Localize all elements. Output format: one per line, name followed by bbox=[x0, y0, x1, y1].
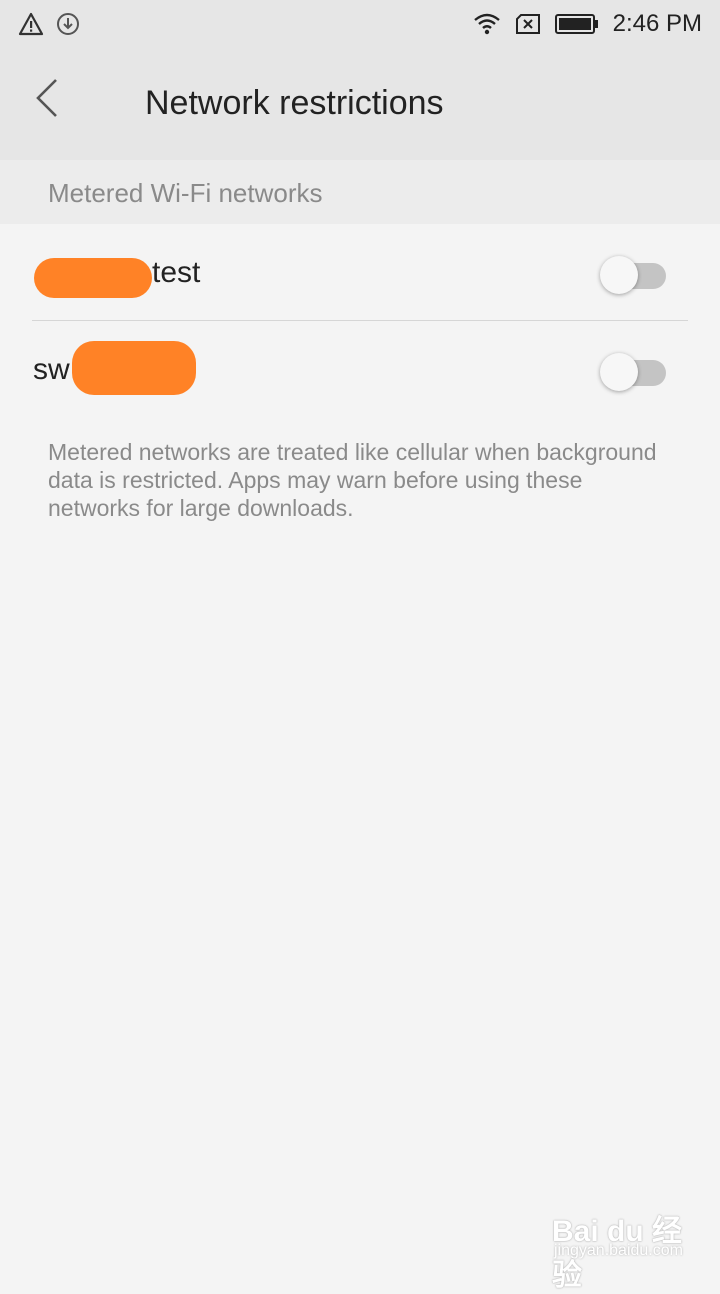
no-sim-icon bbox=[515, 13, 541, 35]
network-row[interactable]: test bbox=[0, 224, 720, 321]
page-title: Network restrictions bbox=[145, 84, 444, 122]
redaction-mark bbox=[34, 258, 152, 298]
toggle-thumb bbox=[600, 256, 638, 294]
metered-toggle[interactable] bbox=[600, 352, 666, 392]
status-bar-left-icons bbox=[18, 12, 80, 36]
metered-toggle[interactable] bbox=[600, 255, 666, 295]
status-bar: 2:46 PM bbox=[0, 0, 720, 50]
warning-icon bbox=[18, 12, 44, 36]
back-button[interactable] bbox=[30, 70, 80, 126]
chevron-left-icon bbox=[30, 70, 80, 126]
redaction-mark bbox=[72, 341, 196, 395]
wifi-icon bbox=[473, 12, 501, 36]
battery-icon bbox=[554, 13, 599, 35]
network-row[interactable]: sw bbox=[0, 321, 720, 418]
watermark-url: jingyan.baidu.com bbox=[554, 1242, 683, 1259]
app-bar: Network restrictions bbox=[0, 50, 720, 160]
metered-network-list: test sw bbox=[0, 224, 720, 418]
watermark: Bai du 经验 jingyan.baidu.com bbox=[552, 1198, 692, 1292]
network-name: sw bbox=[33, 353, 70, 386]
network-name: test bbox=[152, 256, 201, 289]
metered-explanation: Metered networks are treated like cellul… bbox=[48, 439, 657, 521]
status-bar-right: 2:46 PM bbox=[473, 10, 702, 38]
status-time: 2:46 PM bbox=[612, 10, 702, 37]
download-icon bbox=[56, 12, 80, 36]
toggle-thumb bbox=[600, 353, 638, 391]
section-header: Metered Wi-Fi networks bbox=[0, 160, 720, 224]
section-header-label: Metered Wi-Fi networks bbox=[48, 178, 323, 208]
